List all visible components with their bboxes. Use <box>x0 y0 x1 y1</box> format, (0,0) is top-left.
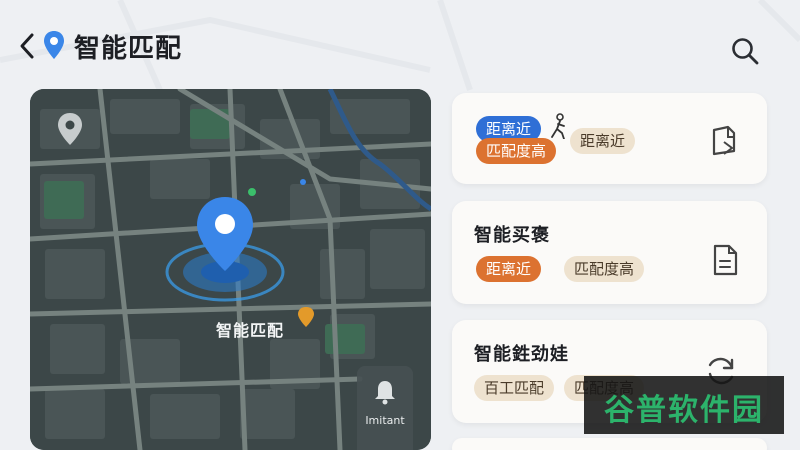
card-title: 智能鉎劲娃 <box>474 344 569 365</box>
header: 智能匹配 <box>0 0 800 92</box>
tag-match-high: 匹配度高 <box>564 256 645 282</box>
walking-person-icon <box>551 113 565 139</box>
tag-manual-match: 百工匹配 <box>474 375 555 401</box>
watermark: 谷普软件园 <box>584 376 784 434</box>
door-exit-icon[interactable] <box>708 124 742 158</box>
tag-match-high: 匹配度高 <box>476 138 557 164</box>
notification-panel[interactable]: Imitant <box>357 366 413 450</box>
page-title: 智能匹配 <box>74 34 183 64</box>
card-title: 智能买褒 <box>474 225 550 246</box>
match-card-4[interactable] <box>452 438 767 450</box>
tag-distance: 距离近 <box>476 256 542 282</box>
map-view[interactable]: 智能匹配 Imitant <box>30 89 431 450</box>
tag-distance-2: 距离近 <box>570 128 636 154</box>
back-arrow-icon[interactable] <box>16 32 38 60</box>
search-icon[interactable] <box>730 36 760 66</box>
notification-label: Imitant <box>365 414 405 427</box>
watermark-text: 谷普软件园 <box>604 393 764 428</box>
bell-icon <box>375 381 395 405</box>
document-icon[interactable] <box>708 243 742 277</box>
map-center-label: 智能匹配 <box>215 321 284 340</box>
match-card-2[interactable]: 智能买褒 距离近 匹配度高 <box>452 201 767 304</box>
match-card-1[interactable]: 距离近 匹配度高 距离近 <box>452 93 767 184</box>
location-pin-icon <box>44 31 64 59</box>
